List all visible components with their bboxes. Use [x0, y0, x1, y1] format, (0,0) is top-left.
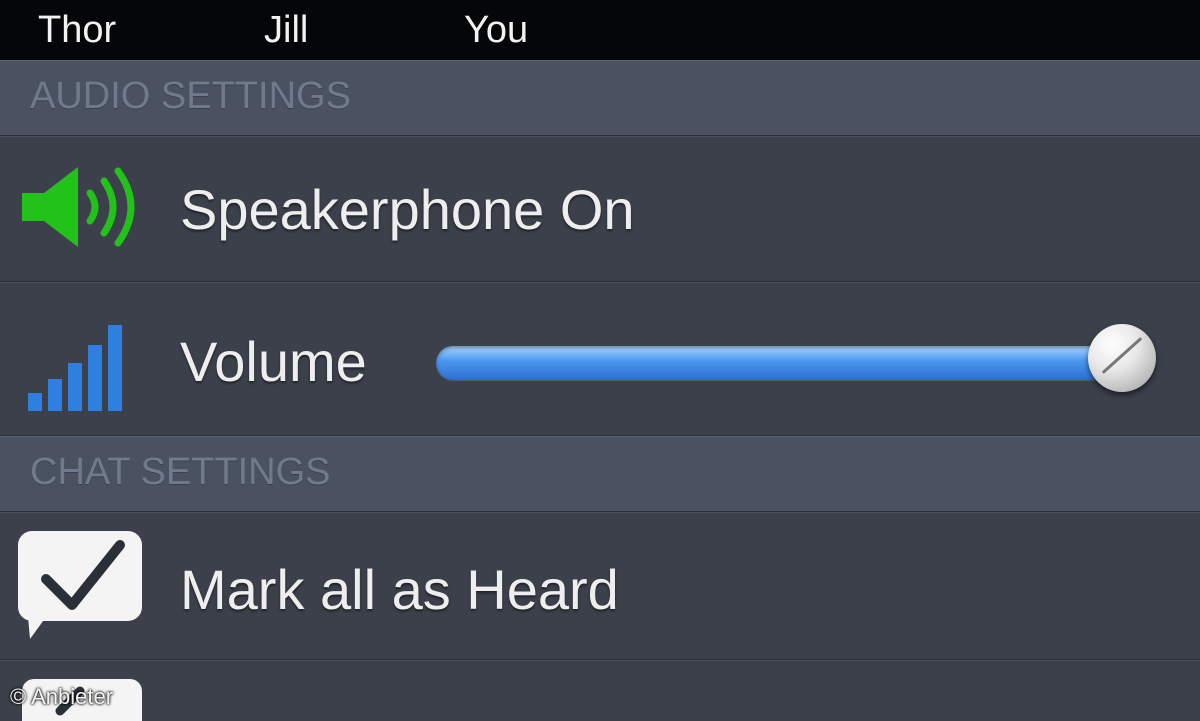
speaker-icon	[22, 167, 135, 247]
audio-settings-title: AUDIO SETTINGS	[30, 75, 351, 117]
watermark-credit: © Anbieter	[10, 684, 114, 709]
volume-slider-thumb[interactable]	[1088, 324, 1156, 392]
volume-slider-track[interactable]	[436, 346, 1126, 380]
volume-label: Volume	[180, 330, 367, 393]
contact-thor[interactable]: Thor	[38, 6, 116, 54]
contact-jill[interactable]: Jill	[264, 6, 308, 54]
mark-heard-label: Mark all as Heard	[180, 558, 619, 621]
signal-bars-icon	[28, 325, 122, 411]
checkmark-bubble-icon	[18, 531, 142, 639]
contact-you[interactable]: You	[464, 6, 528, 54]
speakerphone-row[interactable]: Speakerphone On	[0, 136, 1200, 283]
chat-settings-title: CHAT SETTINGS	[30, 451, 331, 493]
contacts-bar: Thor Jill You	[0, 0, 1200, 60]
audio-settings-header: AUDIO SETTINGS	[0, 60, 1200, 137]
speakerphone-label: Speakerphone On	[180, 178, 635, 241]
next-setting-row[interactable]	[0, 660, 1200, 721]
mark-heard-row[interactable]: Mark all as Heard	[0, 512, 1200, 661]
chat-settings-header: CHAT SETTINGS	[0, 436, 1200, 513]
